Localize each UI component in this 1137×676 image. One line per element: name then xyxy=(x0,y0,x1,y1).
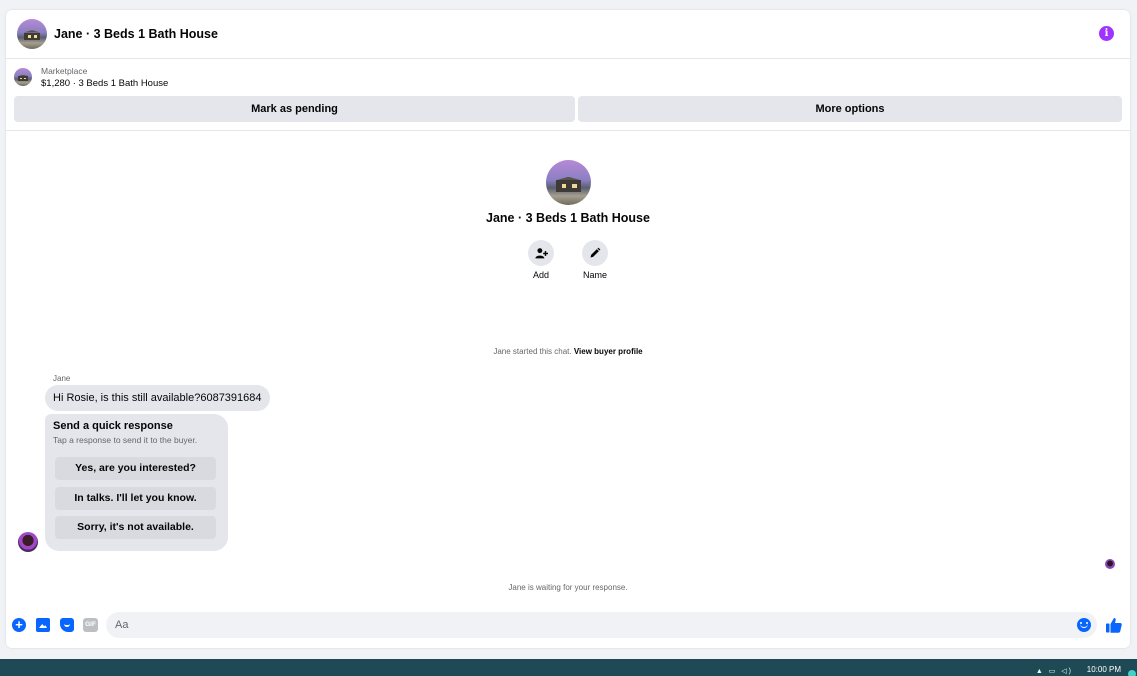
message-input[interactable] xyxy=(106,612,1097,638)
taskbar-clock[interactable]: 10:00 PM xyxy=(1087,665,1121,674)
photo-icon[interactable] xyxy=(36,618,50,632)
quick-response-subtitle: Tap a response to send it to the buyer. xyxy=(53,435,198,445)
system-tray-icons[interactable]: ▲ ▭ ◁) xyxy=(1036,667,1073,675)
incoming-message[interactable]: Hi Rosie, is this still available?608739… xyxy=(45,385,270,411)
marketplace-listing[interactable]: Marketplace $1,280 · 3 Beds 1 Bath House xyxy=(14,66,168,91)
quick-response-option[interactable]: In talks. I'll let you know. xyxy=(55,487,216,510)
name-label: Name xyxy=(582,270,607,280)
profile-name: Jane · 3 Beds 1 Bath House xyxy=(486,211,650,225)
quick-response-card: Send a quick response Tap a response to … xyxy=(45,414,228,551)
add-person-button[interactable] xyxy=(528,240,554,266)
add-label: Add xyxy=(532,270,549,280)
profile-avatar[interactable] xyxy=(546,160,591,205)
pencil-icon xyxy=(590,247,601,258)
divider xyxy=(6,130,1130,131)
info-icon[interactable]: i xyxy=(1099,26,1114,41)
quick-response-option[interactable]: Sorry, it's not available. xyxy=(55,516,216,539)
message-composer: + GIF xyxy=(6,610,1130,640)
add-person-icon xyxy=(534,247,548,258)
conversation-header: Jane · 3 Beds 1 Bath House i xyxy=(6,10,1130,59)
listing-thumbnail xyxy=(14,68,32,86)
notification-dot[interactable] xyxy=(1128,670,1136,676)
emoji-icon[interactable] xyxy=(1077,618,1091,632)
marketplace-label: Marketplace xyxy=(41,66,88,76)
plus-icon[interactable]: + xyxy=(12,618,26,632)
thumbs-up-icon[interactable] xyxy=(1105,616,1123,634)
listing-avatar[interactable] xyxy=(17,19,47,49)
os-taskbar: ▲ ▭ ◁) 10:00 PM xyxy=(0,659,1137,676)
sticker-icon[interactable] xyxy=(60,618,74,632)
quick-response-title: Send a quick response xyxy=(53,420,173,432)
listing-title: $1,280 · 3 Beds 1 Bath House xyxy=(41,78,169,89)
chat-started-text: Jane started this chat. xyxy=(493,347,572,356)
sender-avatar[interactable] xyxy=(18,532,38,552)
sender-name: Jane xyxy=(53,374,71,383)
waiting-notice: Jane is waiting for your response. xyxy=(508,583,628,592)
chat-window: Jane · 3 Beds 1 Bath House i Marketplace… xyxy=(6,10,1130,648)
mark-as-pending-button[interactable]: Mark as pending xyxy=(14,96,575,122)
more-options-button[interactable]: More options xyxy=(578,96,1122,122)
edit-name-button[interactable] xyxy=(582,240,608,266)
quick-response-option[interactable]: Yes, are you interested? xyxy=(55,457,216,480)
view-buyer-profile-link[interactable]: View buyer profile xyxy=(574,347,643,356)
chat-started-notice: Jane started this chat. View buyer profi… xyxy=(6,347,1130,356)
gif-icon[interactable]: GIF xyxy=(83,618,98,632)
conversation-title[interactable]: Jane · 3 Beds 1 Bath House xyxy=(54,27,218,41)
seen-indicator-avatar xyxy=(1105,559,1115,569)
